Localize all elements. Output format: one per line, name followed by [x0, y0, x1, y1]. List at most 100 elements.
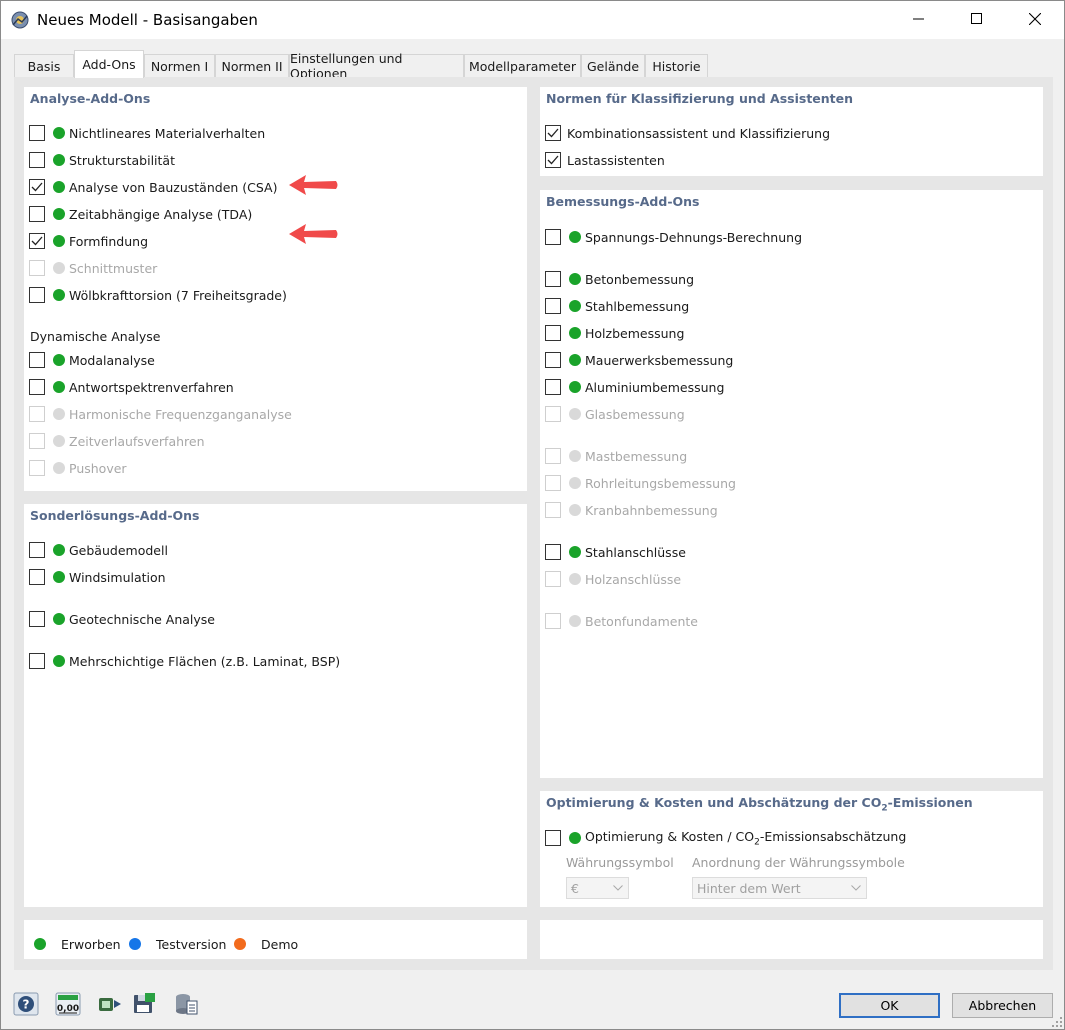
checkbox[interactable]	[545, 325, 561, 341]
addon-beton[interactable]: Betonbemessung	[545, 270, 694, 288]
currency-position-select: Hinter dem Wert	[692, 877, 867, 899]
checkbox[interactable]	[29, 352, 45, 368]
tab-basis[interactable]: Basis	[14, 54, 74, 77]
checkbox[interactable]	[545, 271, 561, 287]
tab-gelaende[interactable]: Gelände	[581, 54, 645, 77]
database-icon[interactable]	[173, 992, 199, 1016]
addon-csa[interactable]: Analyse von Bauzuständen (CSA)	[29, 178, 277, 196]
tab-modellparameter[interactable]: Modellparameter	[464, 54, 581, 77]
addon-woelbkrafttorsion[interactable]: Wölbkrafttorsion (7 Freiheitsgrade)	[29, 286, 287, 304]
tab-normen-2[interactable]: Normen II	[215, 54, 289, 77]
checkbox-checked[interactable]	[545, 125, 561, 141]
addon-windsimulation[interactable]: Windsimulation	[29, 568, 166, 586]
checkbox-disabled	[29, 433, 45, 449]
maximize-button[interactable]	[948, 1, 1006, 37]
standard-kombinationsassistent[interactable]: Kombinationsassistent und Klassifizierun…	[545, 124, 830, 142]
addon-tda[interactable]: Zeitabhängige Analyse (TDA)	[29, 205, 252, 223]
export-icon[interactable]	[97, 992, 123, 1016]
save-icon[interactable]	[131, 992, 157, 1016]
license-dot	[53, 381, 65, 393]
addon-mauerwerk[interactable]: Mauerwerksbemessung	[545, 351, 733, 369]
addon-label: Pushover	[69, 460, 127, 476]
addon-holz[interactable]: Holzbemessung	[545, 324, 684, 342]
checkbox[interactable]	[545, 352, 561, 368]
standard-lastassistenten[interactable]: Lastassistenten	[545, 151, 665, 169]
tab-historie[interactable]: Historie	[645, 54, 708, 77]
tab-add-ons[interactable]: Add-Ons	[74, 50, 144, 78]
cancel-button[interactable]: Abbrechen	[952, 993, 1053, 1018]
checkbox[interactable]	[29, 542, 45, 558]
resize-grip-icon[interactable]	[1051, 1016, 1063, 1028]
position-value: Hinter dem Wert	[697, 880, 801, 896]
addon-stahlanschluesse[interactable]: Stahlanschlüsse	[545, 543, 686, 561]
checkbox[interactable]	[545, 544, 561, 560]
title-bar[interactable]: Neues Modell - Basisangaben	[1, 1, 1064, 39]
checkbox[interactable]	[545, 379, 561, 395]
close-button[interactable]	[1006, 1, 1064, 37]
help-icon[interactable]: ?	[13, 992, 39, 1016]
ok-button[interactable]: OK	[839, 993, 940, 1018]
addon-gebaeudemodell[interactable]: Gebäudemodell	[29, 541, 168, 559]
addon-label: Strukturstabilität	[69, 152, 175, 168]
addon-label: Holzbemessung	[585, 325, 685, 341]
addon-optimierung[interactable]: Optimierung & Kosten / CO2-Emissionsabsc…	[545, 829, 906, 847]
addon-label: Glasbemessung	[585, 406, 685, 422]
addon-label: Mastbemessung	[585, 448, 688, 464]
currency-symbol-select: €	[566, 877, 629, 899]
currency-symbol-label: Währungssymbol	[566, 855, 674, 870]
optimization-title: Optimierung & Kosten und Abschätzung der…	[546, 795, 973, 814]
demo-dot	[234, 938, 246, 950]
checkbox[interactable]	[29, 653, 45, 669]
checkbox-checked[interactable]	[545, 152, 561, 168]
checkbox[interactable]	[29, 152, 45, 168]
legend-label: Erworben	[61, 936, 121, 952]
addon-geotechnik[interactable]: Geotechnische Analyse	[29, 610, 215, 628]
addon-glas: Glasbemessung	[545, 405, 685, 423]
checkbox[interactable]	[29, 611, 45, 627]
addon-label: Betonfundamente	[585, 613, 698, 629]
addon-label: Mehrschichtige Flächen (z.B. Laminat, BS…	[69, 653, 341, 669]
checkbox-disabled	[545, 406, 561, 422]
standards-panel: Normen für Klassifizierung und Assistent…	[540, 87, 1043, 176]
checkbox[interactable]	[545, 298, 561, 314]
addon-mehrschichtig[interactable]: Mehrschichtige Flächen (z.B. Laminat, BS…	[29, 652, 340, 670]
legend-purchased: Erworben	[34, 935, 121, 953]
checkbox[interactable]	[545, 830, 561, 846]
checkbox-checked[interactable]	[29, 233, 45, 249]
tab-normen-1[interactable]: Normen I	[144, 54, 215, 77]
addon-label: Holzanschlüsse	[585, 571, 682, 587]
addon-zeitverlauf: Zeitverlaufsverfahren	[29, 432, 205, 450]
addon-spannungs-dehnung[interactable]: Spannungs-Dehnungs-Berechnung	[545, 228, 802, 246]
addon-formfindung[interactable]: Formfindung	[29, 232, 148, 250]
checkbox-disabled	[29, 460, 45, 476]
check-icon	[547, 155, 559, 165]
checkbox[interactable]	[29, 379, 45, 395]
dynamic-analysis-heading: Dynamische Analyse	[30, 329, 161, 344]
license-dot	[53, 613, 65, 625]
addon-holzanschluesse: Holzanschlüsse	[545, 570, 681, 588]
checkbox[interactable]	[29, 569, 45, 585]
addon-label: Formfindung	[69, 233, 148, 249]
license-dot	[569, 450, 581, 462]
addon-label: Geotechnische Analyse	[69, 611, 215, 627]
addon-label: Betonbemessung	[585, 271, 695, 287]
addon-strukturstabilitaet[interactable]: Strukturstabilität	[29, 151, 175, 169]
addon-modalanalyse[interactable]: Modalanalyse	[29, 351, 155, 369]
checkbox[interactable]	[29, 125, 45, 141]
checkbox[interactable]	[545, 229, 561, 245]
checkbox-disabled	[545, 571, 561, 587]
addon-antwortspektren[interactable]: Antwortspektrenverfahren	[29, 378, 234, 396]
units-icon[interactable]: 0,00	[55, 992, 81, 1016]
minimize-button[interactable]	[890, 1, 948, 37]
license-dot	[569, 273, 581, 285]
check-icon	[31, 182, 43, 192]
addon-label: Harmonische Frequenzganganalyse	[69, 406, 292, 422]
tab-einstellungen[interactable]: Einstellungen und Optionen	[289, 51, 464, 81]
addon-stahl[interactable]: Stahlbemessung	[545, 297, 689, 315]
checkbox[interactable]	[29, 206, 45, 222]
checkbox-checked[interactable]	[29, 179, 45, 195]
addon-nichtlinear[interactable]: Nichtlineares Materialverhalten	[29, 124, 265, 142]
standards-title: Normen für Klassifizierung und Assistent…	[546, 91, 854, 106]
addon-aluminium[interactable]: Aluminiumbemessung	[545, 378, 724, 396]
checkbox[interactable]	[29, 287, 45, 303]
